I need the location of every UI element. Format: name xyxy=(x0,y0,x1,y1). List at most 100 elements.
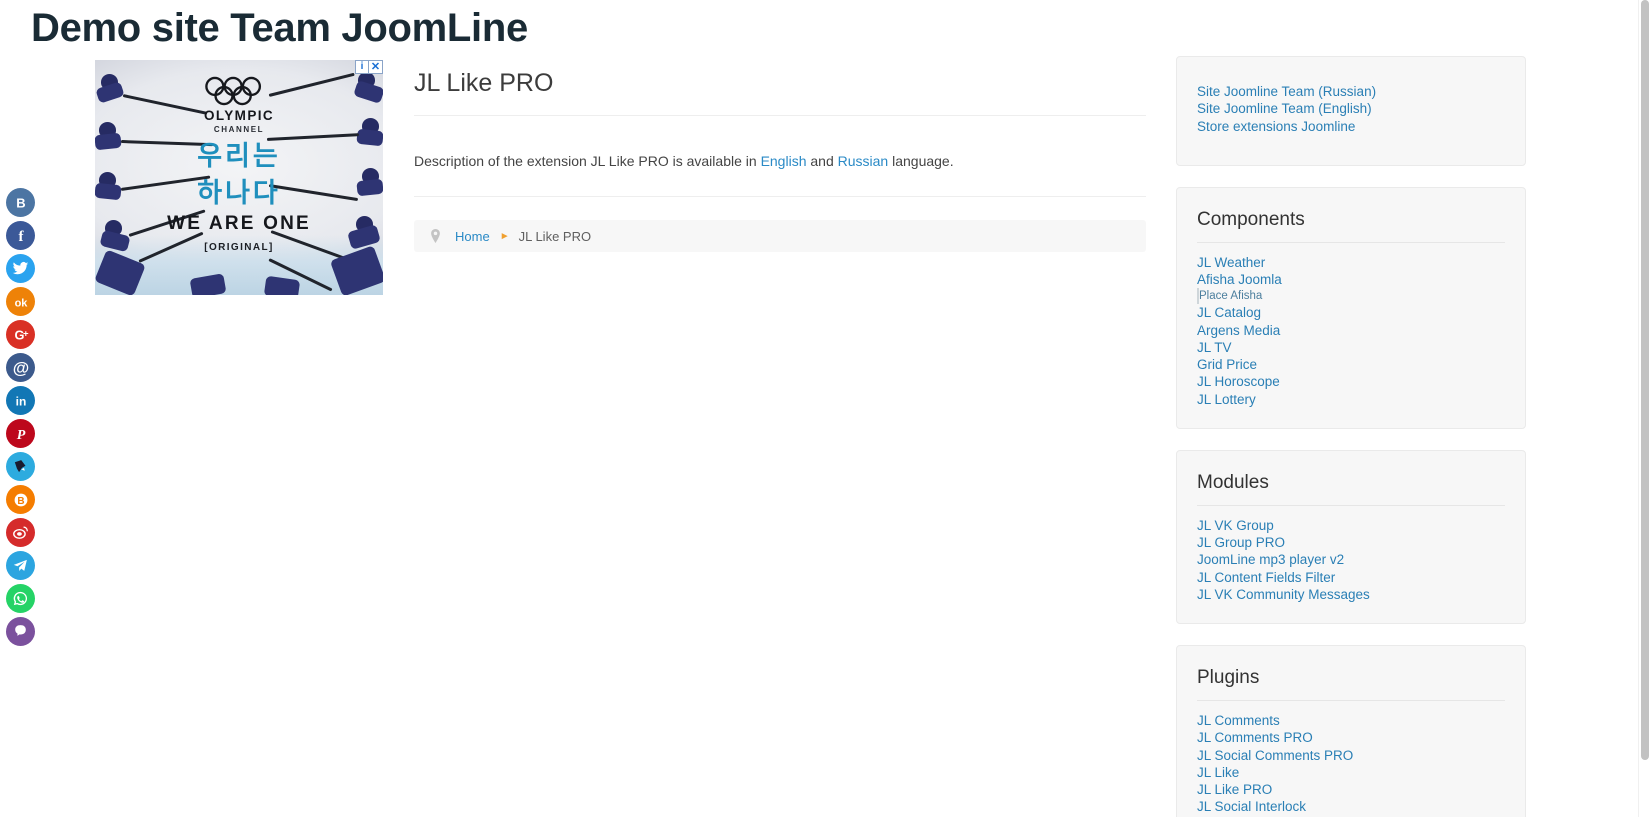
google-plus-share-icon[interactable]: G + xyxy=(6,320,35,349)
components-list: JL Weather Afisha Joomla Place Afisha JL… xyxy=(1197,254,1505,408)
module-joomline-mp3-player-v2[interactable]: JoomLine mp3 player v2 xyxy=(1197,551,1505,568)
odnoklassniki-share-icon[interactable]: ok xyxy=(6,287,35,316)
page-scrollbar-thumb[interactable] xyxy=(1641,0,1649,760)
link-site-joomline-team-english[interactable]: Site Joomline Team (English) xyxy=(1197,100,1505,117)
list-item: JL VK Group xyxy=(1197,517,1505,534)
evernote-share-icon[interactable] xyxy=(6,452,35,481)
list-item: JL Content Fields Filter xyxy=(1197,569,1505,586)
google-plus-glyph: G + xyxy=(14,327,29,342)
twitter-share-icon[interactable] xyxy=(6,254,35,283)
module-jl-group-pro[interactable]: JL Group PRO xyxy=(1197,534,1505,551)
email-share-icon[interactable]: @ xyxy=(6,353,35,382)
component-jl-tv[interactable]: JL TV xyxy=(1197,339,1505,356)
page-root: Demo site Team JoomLine B f ok G + @ in … xyxy=(0,0,1652,817)
component-jl-lottery[interactable]: JL Lottery xyxy=(1197,391,1505,408)
list-item: JL Group PRO xyxy=(1197,534,1505,551)
list-item: Grid Price xyxy=(1197,356,1505,373)
sina-weibo-share-icon[interactable] xyxy=(6,518,35,547)
at-sign-glyph: @ xyxy=(12,359,28,377)
desc-text-after: language. xyxy=(888,153,954,169)
vkontakte-glyph: B xyxy=(16,195,25,210)
ad-korean-line-2: 하나다 xyxy=(197,177,281,209)
link-store-extensions-joomline[interactable]: Store extensions Joomline xyxy=(1197,118,1505,135)
whatsapp-share-icon[interactable] xyxy=(6,584,35,613)
list-item: Afisha Joomla xyxy=(1197,271,1505,288)
evernote-elephant-glyph xyxy=(14,460,26,473)
facebook-share-icon[interactable]: f xyxy=(6,221,35,250)
pinterest-glyph: P xyxy=(16,428,25,442)
ad-korean-line-1: 우리는 xyxy=(197,140,281,172)
telegram-paper-plane-glyph xyxy=(13,559,27,572)
link-site-joomline-team-russian[interactable]: Site Joomline Team (Russian) xyxy=(1197,83,1505,100)
desc-text-middle: and xyxy=(806,153,838,169)
module-jl-vk-community-messages[interactable]: JL VK Community Messages xyxy=(1197,586,1505,603)
pinterest-share-icon[interactable]: P xyxy=(6,419,35,448)
breadcrumb-home-link[interactable]: Home xyxy=(455,229,490,244)
list-item: Argens Media xyxy=(1197,322,1505,339)
viber-glyph xyxy=(15,625,26,636)
advertisement-banner[interactable]: OLYMPIC CHANNEL 우리는 하나다 WE ARE ONE [ORIG… xyxy=(95,60,383,295)
viber-share-icon[interactable] xyxy=(6,617,35,646)
component-jl-weather[interactable]: JL Weather xyxy=(1197,254,1505,271)
blogger-share-icon[interactable]: B xyxy=(6,485,35,514)
svg-text:+: + xyxy=(23,329,29,340)
components-panel-title: Components xyxy=(1197,208,1505,243)
plugins-list: JL Comments JL Comments PRO JL Social Co… xyxy=(1197,712,1505,816)
plugin-jl-like[interactable]: JL Like xyxy=(1197,764,1505,781)
list-item: JL Horoscope xyxy=(1197,373,1505,390)
svg-text:@: @ xyxy=(12,359,28,377)
sidebar-panel-plugins: Plugins JL Comments JL Comments PRO JL S… xyxy=(1176,645,1526,817)
ad-brand-line-2: CHANNEL xyxy=(213,124,265,134)
component-grid-price[interactable]: Grid Price xyxy=(1197,356,1505,373)
sidebar-panel-top-links: Site Joomline Team (Russian) Site Joomli… xyxy=(1176,56,1526,166)
right-sidebar: Site Joomline Team (Russian) Site Joomli… xyxy=(1176,56,1526,817)
linkedin-glyph: in xyxy=(15,394,26,408)
module-jl-vk-group[interactable]: JL VK Group xyxy=(1197,517,1505,534)
svg-text:f: f xyxy=(18,229,24,244)
sidebar-panel-components: Components JL Weather Afisha Joomla Plac… xyxy=(1176,186,1526,430)
linkedin-share-icon[interactable]: in xyxy=(6,386,35,415)
english-language-link[interactable]: English xyxy=(761,153,807,169)
component-afisha-joomla[interactable]: Afisha Joomla xyxy=(1197,271,1505,288)
list-item: JL Like PRO xyxy=(1197,781,1505,798)
russian-language-link[interactable]: Russian xyxy=(838,153,889,169)
ad-brand-line-1: OLYMPIC xyxy=(203,108,275,123)
list-item: JL Social Interlock xyxy=(1197,798,1505,815)
plugin-jl-like-pro[interactable]: JL Like PRO xyxy=(1197,781,1505,798)
component-jl-horoscope[interactable]: JL Horoscope xyxy=(1197,373,1505,390)
vkontakte-share-icon[interactable]: B xyxy=(6,188,35,217)
telegram-share-icon[interactable] xyxy=(6,551,35,580)
plugin-jl-social-comments-pro[interactable]: JL Social Comments PRO xyxy=(1197,747,1505,764)
modules-panel-title: Modules xyxy=(1197,471,1505,506)
list-item: JoomLine mp3 player v2 xyxy=(1197,551,1505,568)
adchoices-info-icon[interactable]: i xyxy=(355,60,369,74)
list-item: JL Like xyxy=(1197,764,1505,781)
ad-controls: i ✕ xyxy=(355,60,383,74)
social-share-rail: B f ok G + @ in P B xyxy=(6,188,36,646)
component-argens-media[interactable]: Argens Media xyxy=(1197,322,1505,339)
desc-text-before: Description of the extension JL Like PRO… xyxy=(414,153,761,169)
weibo-glyph xyxy=(13,526,28,539)
modules-list: JL VK Group JL Group PRO JoomLine mp3 pl… xyxy=(1197,517,1505,603)
plugins-panel-title: Plugins xyxy=(1197,666,1505,701)
list-item: JL VK Community Messages xyxy=(1197,586,1505,603)
sidebar-panel-modules: Modules JL VK Group JL Group PRO JoomLin… xyxy=(1176,450,1526,625)
component-place-afisha[interactable]: Place Afisha xyxy=(1199,288,1505,304)
ad-creative-text: OLYMPIC CHANNEL 우리는 하나다 WE ARE ONE [ORIG… xyxy=(95,76,383,253)
module-jl-content-fields-filter[interactable]: JL Content Fields Filter xyxy=(1197,569,1505,586)
list-item: JL TV xyxy=(1197,339,1505,356)
component-jl-catalog[interactable]: JL Catalog xyxy=(1197,304,1505,321)
whatsapp-glyph xyxy=(13,591,28,606)
page-scrollbar-track[interactable] xyxy=(1638,0,1652,817)
olympic-rings-icon xyxy=(205,76,262,106)
list-item: JL Catalog xyxy=(1197,304,1505,321)
ad-close-icon[interactable]: ✕ xyxy=(369,60,383,74)
breadcrumb-current: JL Like PRO xyxy=(518,228,592,244)
plugin-jl-social-interlock[interactable]: JL Social Interlock xyxy=(1197,798,1505,815)
plugin-jl-comments-pro[interactable]: JL Comments PRO xyxy=(1197,729,1505,746)
plugin-jl-comments[interactable]: JL Comments xyxy=(1197,712,1505,729)
ad-original-badge: [ORIGINAL] xyxy=(204,242,274,254)
list-item: JL Lottery xyxy=(1197,391,1505,408)
ad-tagline: WE ARE ONE xyxy=(167,213,311,235)
location-pin-icon xyxy=(430,229,441,243)
